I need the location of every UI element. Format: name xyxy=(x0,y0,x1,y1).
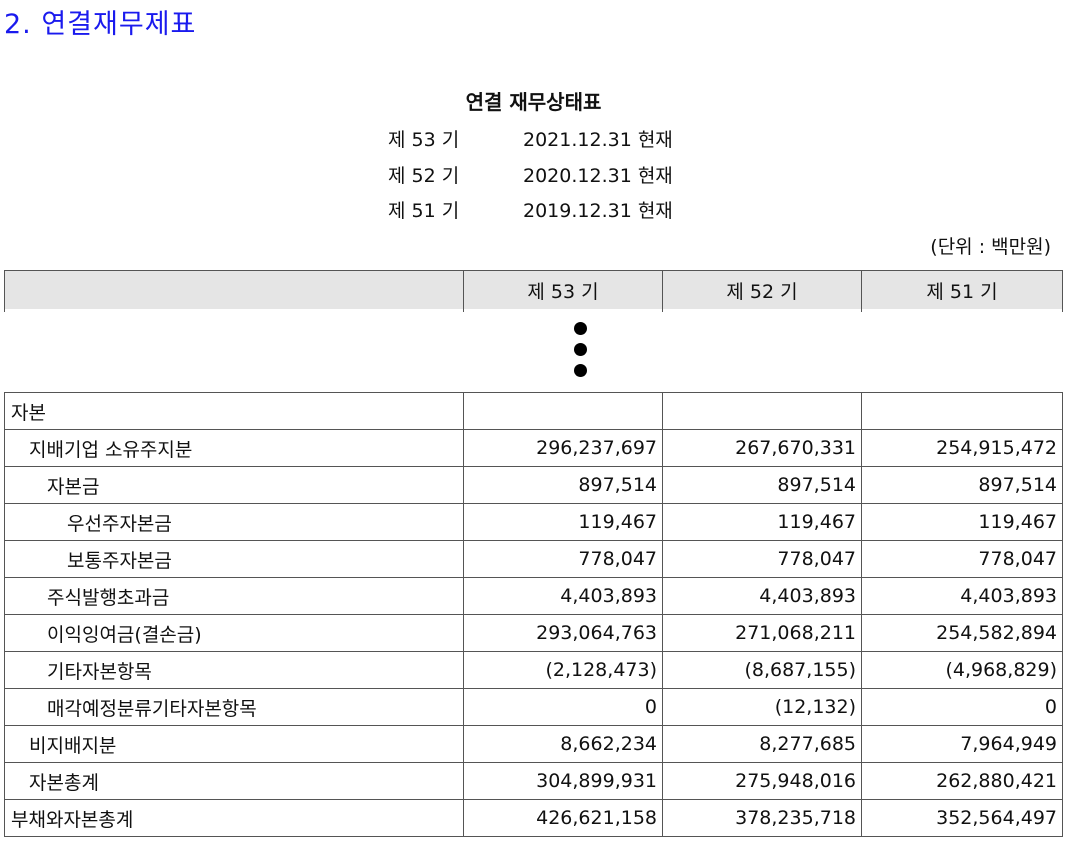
row-label: 기타자본항목 xyxy=(4,651,464,689)
section-title: 2. 연결재무제표 xyxy=(4,9,197,40)
column-header-period-51: 제 51 기 xyxy=(861,270,1063,309)
statement-header-table: 제 53 기 제 52 기 제 51 기 xyxy=(4,270,1063,312)
row-value: 778,047 xyxy=(662,540,862,578)
row-value: 897,514 xyxy=(662,466,862,504)
row-value: 267,670,331 xyxy=(662,429,862,467)
period-label: 제 53 기 xyxy=(388,129,460,151)
statement-title: 연결 재무상태표 xyxy=(465,90,602,114)
row-value: (8,687,155) xyxy=(662,651,862,689)
table-row: 보통주자본금 778,047 778,047 778,047 xyxy=(4,540,1063,578)
row-value: 897,514 xyxy=(861,466,1063,504)
row-value: 4,403,893 xyxy=(662,577,862,615)
row-value: 119,467 xyxy=(463,503,663,541)
period-label: 제 51 기 xyxy=(388,200,460,222)
row-value: 304,899,931 xyxy=(463,762,663,800)
table-row: 기타자본항목 (2,128,473) (8,687,155) (4,968,829) xyxy=(4,651,1063,689)
row-value: 8,662,234 xyxy=(463,725,663,763)
table-row: 자본 xyxy=(4,392,1063,430)
row-label: 부채와자본총계 xyxy=(4,799,464,837)
row-label: 이익잉여금(결손금) xyxy=(4,614,464,652)
row-value: 8,277,685 xyxy=(662,725,862,763)
row-value: 778,047 xyxy=(463,540,663,578)
table-row: 우선주자본금 119,467 119,467 119,467 xyxy=(4,503,1063,541)
row-label: 매각예정분류기타자본항목 xyxy=(4,688,464,726)
row-value: (12,132) xyxy=(662,688,862,726)
row-value: 0 xyxy=(463,688,663,726)
row-value: 7,964,949 xyxy=(861,725,1063,763)
table-row: 이익잉여금(결손금) 293,064,763 271,068,211 254,582,… xyxy=(4,614,1063,652)
table-row: 비지배지분 8,662,234 8,277,685 7,964,949 xyxy=(4,725,1063,763)
row-value: 119,467 xyxy=(662,503,862,541)
row-value: 426,621,158 xyxy=(463,799,663,837)
row-value: (2,128,473) xyxy=(463,651,663,689)
table-row: 매각예정분류기타자본항목 0 (12,132) 0 xyxy=(4,688,1063,726)
row-value xyxy=(463,392,663,430)
row-value: 352,564,497 xyxy=(861,799,1063,837)
row-label: 지배기업 소유주지분 xyxy=(4,429,464,467)
row-label: 자본 xyxy=(4,392,464,430)
period-label: 제 52 기 xyxy=(388,165,460,187)
row-label: 주식발행초과금 xyxy=(4,577,464,615)
row-value: 293,064,763 xyxy=(463,614,663,652)
header-row: 제 53 기 제 52 기 제 51 기 xyxy=(4,270,1063,309)
row-value: 0 xyxy=(861,688,1063,726)
row-label: 보통주자본금 xyxy=(4,540,464,578)
row-value: 119,467 xyxy=(861,503,1063,541)
truncation-edge xyxy=(662,309,862,312)
truncation-edge xyxy=(463,309,663,312)
row-value: 254,582,894 xyxy=(861,614,1063,652)
row-value: 275,948,016 xyxy=(662,762,862,800)
row-value: 897,514 xyxy=(463,466,663,504)
row-value: 262,880,421 xyxy=(861,762,1063,800)
statement-table: 자본 지배기업 소유주지분 296,237,697 267,670,331 254,91… xyxy=(4,392,1063,837)
row-value: 271,068,211 xyxy=(662,614,862,652)
column-header-period-53: 제 53 기 xyxy=(463,270,663,309)
row-label: 자본금 xyxy=(4,466,464,504)
row-value: (4,968,829) xyxy=(861,651,1063,689)
period-date: 2021.12.31 현재 xyxy=(523,129,673,151)
row-value xyxy=(861,392,1063,430)
truncation-edge xyxy=(861,309,1063,312)
row-value: 378,235,718 xyxy=(662,799,862,837)
row-value xyxy=(662,392,862,430)
table-row: 자본총계 304,899,931 275,948,016 262,880,421 xyxy=(4,762,1063,800)
row-value: 4,403,893 xyxy=(463,577,663,615)
period-date: 2019.12.31 현재 xyxy=(523,200,673,222)
vertical-ellipsis-icon xyxy=(574,322,588,385)
row-value: 778,047 xyxy=(861,540,1063,578)
row-label: 자본총계 xyxy=(4,762,464,800)
table-row: 주식발행초과금 4,403,893 4,403,893 4,403,893 xyxy=(4,577,1063,615)
table-row: 지배기업 소유주지분 296,237,697 267,670,331 254,915,… xyxy=(4,429,1063,467)
row-value: 4,403,893 xyxy=(861,577,1063,615)
column-header-label xyxy=(4,270,464,309)
row-value: 254,915,472 xyxy=(861,429,1063,467)
row-label: 비지배지분 xyxy=(4,725,464,763)
row-label: 우선주자본금 xyxy=(4,503,464,541)
table-row: 부채와자본총계 426,621,158 378,235,718 352,564,497 xyxy=(4,799,1063,837)
unit-label: (단위 : 백만원) xyxy=(930,236,1051,258)
period-date: 2020.12.31 현재 xyxy=(523,165,673,187)
table-row: 자본금 897,514 897,514 897,514 xyxy=(4,466,1063,504)
column-header-period-52: 제 52 기 xyxy=(662,270,862,309)
row-value: 296,237,697 xyxy=(463,429,663,467)
truncation-edge xyxy=(4,309,464,312)
